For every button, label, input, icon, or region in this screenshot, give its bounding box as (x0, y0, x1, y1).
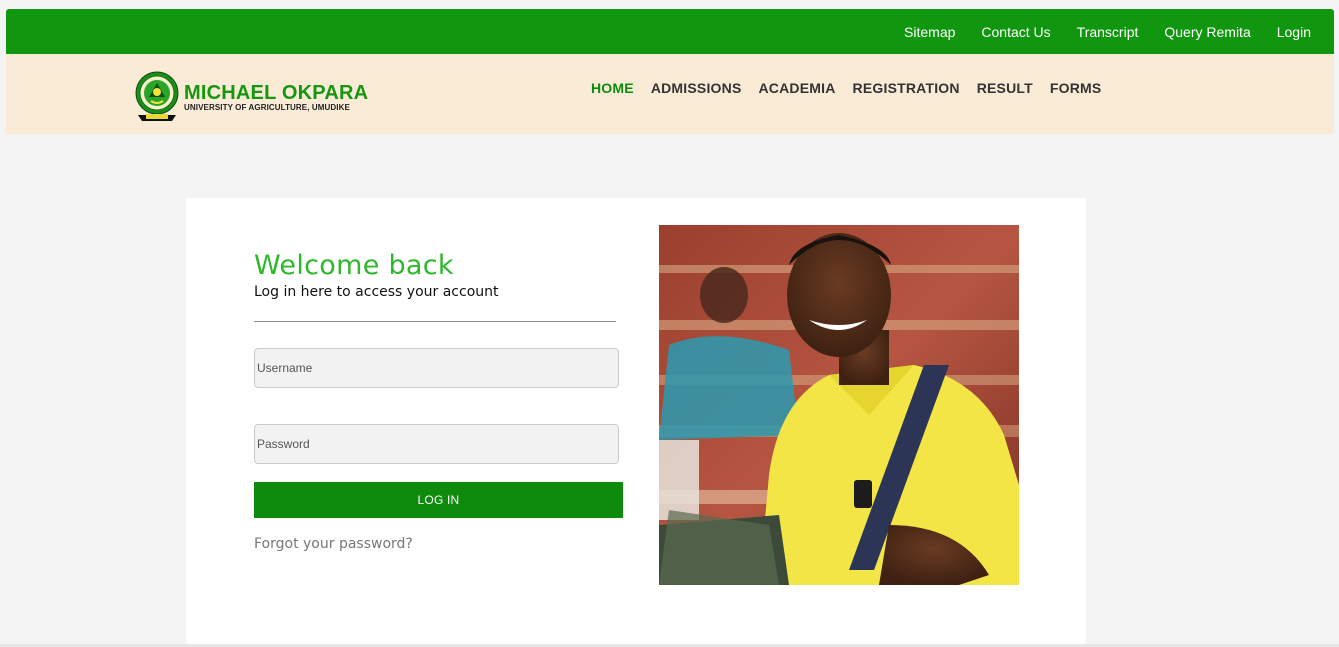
page: Sitemap Contact Us Transcript Query Remi… (0, 0, 1339, 647)
top-links: Sitemap Contact Us Transcript Query Remi… (878, 9, 1311, 54)
query-remita-link[interactable]: Query Remita (1164, 24, 1250, 40)
login-card: Welcome back Log in here to access your … (186, 198, 1086, 647)
nav-result[interactable]: RESULT (977, 80, 1033, 96)
logo[interactable]: MICHAEL OKPARA UNIVERSITY OF AGRICULTURE… (134, 71, 368, 123)
top-utility-bar: Sitemap Contact Us Transcript Query Remi… (6, 9, 1334, 54)
main-nav: HOME ADMISSIONS ACADEMIA REGISTRATION RE… (591, 80, 1118, 96)
nav-home[interactable]: HOME (591, 80, 634, 96)
nav-registration[interactable]: REGISTRATION (853, 80, 960, 96)
login-button[interactable]: LOG IN (254, 482, 623, 518)
forgot-password-link[interactable]: Forgot your password? (254, 536, 413, 552)
password-input[interactable] (254, 424, 619, 464)
divider (254, 321, 616, 322)
sitemap-link[interactable]: Sitemap (904, 24, 955, 40)
nav-admissions[interactable]: ADMISSIONS (651, 80, 742, 96)
welcome-subtitle: Log in here to access your account (254, 284, 499, 300)
university-seal-icon (134, 71, 180, 123)
site-header: MICHAEL OKPARA UNIVERSITY OF AGRICULTURE… (6, 54, 1334, 134)
contact-us-link[interactable]: Contact Us (981, 24, 1050, 40)
transcript-link[interactable]: Transcript (1077, 24, 1139, 40)
brand-text: MICHAEL OKPARA UNIVERSITY OF AGRICULTURE… (184, 83, 368, 113)
student-photo (659, 225, 1019, 585)
nav-forms[interactable]: FORMS (1050, 80, 1102, 96)
brand-subtitle: UNIVERSITY OF AGRICULTURE, UMUDIKE (184, 103, 350, 112)
username-input[interactable] (254, 348, 619, 388)
brand-name: MICHAEL OKPARA (184, 82, 369, 104)
login-form: Welcome back Log in here to access your … (254, 250, 624, 553)
nav-academia[interactable]: ACADEMIA (759, 80, 836, 96)
welcome-title: Welcome back (254, 250, 454, 281)
login-link[interactable]: Login (1277, 24, 1311, 40)
